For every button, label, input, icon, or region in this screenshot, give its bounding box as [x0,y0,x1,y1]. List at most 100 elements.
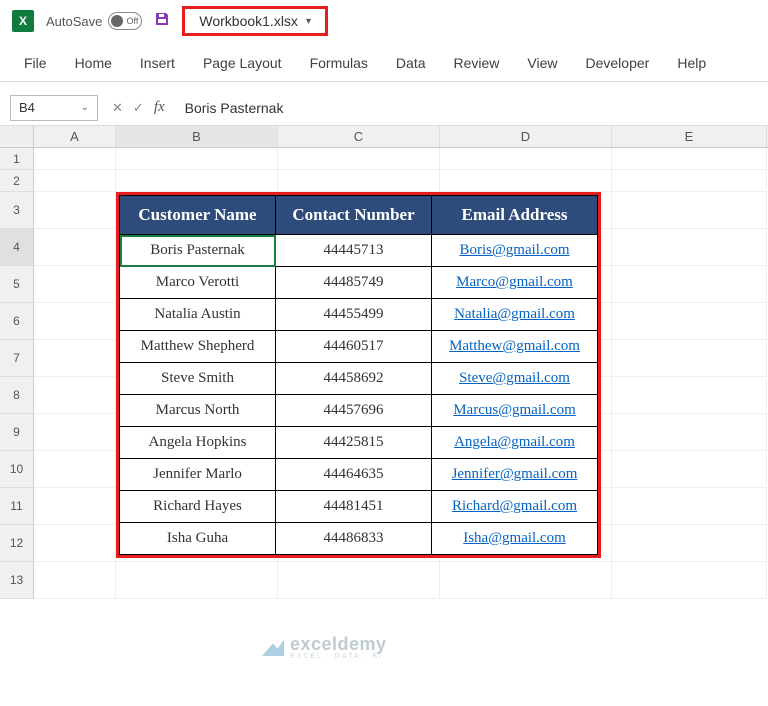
cell-contact[interactable]: 44445713 [276,235,432,267]
cell-name[interactable]: Natalia Austin [120,299,276,331]
cell[interactable] [34,192,116,229]
cell-contact[interactable]: 44460517 [276,331,432,363]
fx-icon[interactable]: fx [154,99,165,116]
col-header-D[interactable]: D [440,126,612,147]
cell[interactable] [612,562,767,599]
cell[interactable] [278,170,440,192]
row-header-4[interactable]: 4 [0,229,34,266]
col-header-E[interactable]: E [612,126,767,147]
table-row[interactable]: Marcus North44457696Marcus@gmail.com [120,395,598,427]
table-row[interactable]: Richard Hayes44481451Richard@gmail.com [120,491,598,523]
cell-email[interactable]: Boris@gmail.com [432,235,598,267]
tab-help[interactable]: Help [663,47,720,81]
cancel-icon[interactable]: ✕ [112,100,123,116]
cell[interactable] [612,170,767,192]
row-header-5[interactable]: 5 [0,266,34,303]
cell-contact[interactable]: 44485749 [276,267,432,299]
cell[interactable] [34,229,116,266]
cell-contact[interactable]: 44455499 [276,299,432,331]
cell[interactable] [612,340,767,377]
row-header-12[interactable]: 12 [0,525,34,562]
cell[interactable] [440,148,612,170]
col-header-C[interactable]: C [278,126,440,147]
tab-developer[interactable]: Developer [572,47,664,81]
tab-home[interactable]: Home [61,47,126,81]
cell-email[interactable]: Angela@gmail.com [432,427,598,459]
table-row[interactable]: Jennifer Marlo44464635Jennifer@gmail.com [120,459,598,491]
cell[interactable] [612,148,767,170]
cell[interactable] [116,562,278,599]
table-row[interactable]: Matthew Shepherd44460517Matthew@gmail.co… [120,331,598,363]
cell-email[interactable]: Natalia@gmail.com [432,299,598,331]
cell[interactable] [116,170,278,192]
table-row[interactable]: Angela Hopkins44425815Angela@gmail.com [120,427,598,459]
col-header-B[interactable]: B [116,126,278,147]
grid-row[interactable] [34,170,768,192]
row-header-9[interactable]: 9 [0,414,34,451]
cell[interactable] [278,562,440,599]
cell[interactable] [34,377,116,414]
cell-email[interactable]: Richard@gmail.com [432,491,598,523]
tab-insert[interactable]: Insert [126,47,189,81]
tab-view[interactable]: View [513,47,571,81]
select-all-corner[interactable] [0,126,34,147]
grid-row[interactable] [34,148,768,170]
row-header-8[interactable]: 8 [0,377,34,414]
cell[interactable] [612,451,767,488]
cell-email[interactable]: Matthew@gmail.com [432,331,598,363]
row-header-2[interactable]: 2 [0,170,34,192]
row-header-10[interactable]: 10 [0,451,34,488]
cell[interactable] [612,525,767,562]
cell-email[interactable]: Jennifer@gmail.com [432,459,598,491]
cell-name[interactable]: Steve Smith [120,363,276,395]
cell-contact[interactable]: 44425815 [276,427,432,459]
cell[interactable] [612,229,767,266]
row-header-11[interactable]: 11 [0,488,34,525]
cell[interactable] [612,303,767,340]
cell-name[interactable]: Isha Guha [120,523,276,555]
cell[interactable] [34,562,116,599]
cell-contact[interactable]: 44458692 [276,363,432,395]
spreadsheet-grid[interactable]: 12345678910111213 Customer NameContact N… [0,148,768,599]
row-header-1[interactable]: 1 [0,148,34,170]
filename-dropdown[interactable]: Workbook1.xlsx ▾ [182,6,328,36]
tab-review[interactable]: Review [440,47,514,81]
table-row[interactable]: Isha Guha44486833Isha@gmail.com [120,523,598,555]
name-box[interactable]: B4 ⌄ [10,95,98,121]
cell-name[interactable]: Matthew Shepherd [120,331,276,363]
table-row[interactable]: Marco Verotti44485749Marco@gmail.com [120,267,598,299]
row-header-13[interactable]: 13 [0,562,34,599]
tab-file[interactable]: File [10,47,61,81]
cell[interactable] [34,340,116,377]
cell-name[interactable]: Jennifer Marlo [120,459,276,491]
cell[interactable] [278,148,440,170]
row-header-6[interactable]: 6 [0,303,34,340]
cell[interactable] [34,148,116,170]
cell[interactable] [440,170,612,192]
cell[interactable] [34,414,116,451]
cell-email[interactable]: Steve@gmail.com [432,363,598,395]
cell-contact[interactable]: 44486833 [276,523,432,555]
cell-contact[interactable]: 44481451 [276,491,432,523]
cell-email[interactable]: Marcus@gmail.com [432,395,598,427]
row-header-7[interactable]: 7 [0,340,34,377]
cell-name[interactable]: Richard Hayes [120,491,276,523]
tab-data[interactable]: Data [382,47,440,81]
cell[interactable] [612,414,767,451]
cell[interactable] [34,266,116,303]
cell-name[interactable]: Boris Pasternak [120,235,276,267]
cell-contact[interactable]: 44464635 [276,459,432,491]
tab-formulas[interactable]: Formulas [296,47,382,81]
cell-name[interactable]: Marco Verotti [120,267,276,299]
enter-icon[interactable]: ✓ [133,100,144,116]
table-row[interactable]: Boris Pasternak44445713Boris@gmail.com [120,235,598,267]
cell[interactable] [116,148,278,170]
col-header-A[interactable]: A [34,126,116,147]
tab-page-layout[interactable]: Page Layout [189,47,296,81]
table-row[interactable]: Steve Smith44458692Steve@gmail.com [120,363,598,395]
row-header-3[interactable]: 3 [0,192,34,229]
cell[interactable] [612,377,767,414]
cell[interactable] [34,303,116,340]
cell-name[interactable]: Angela Hopkins [120,427,276,459]
cell[interactable] [612,266,767,303]
